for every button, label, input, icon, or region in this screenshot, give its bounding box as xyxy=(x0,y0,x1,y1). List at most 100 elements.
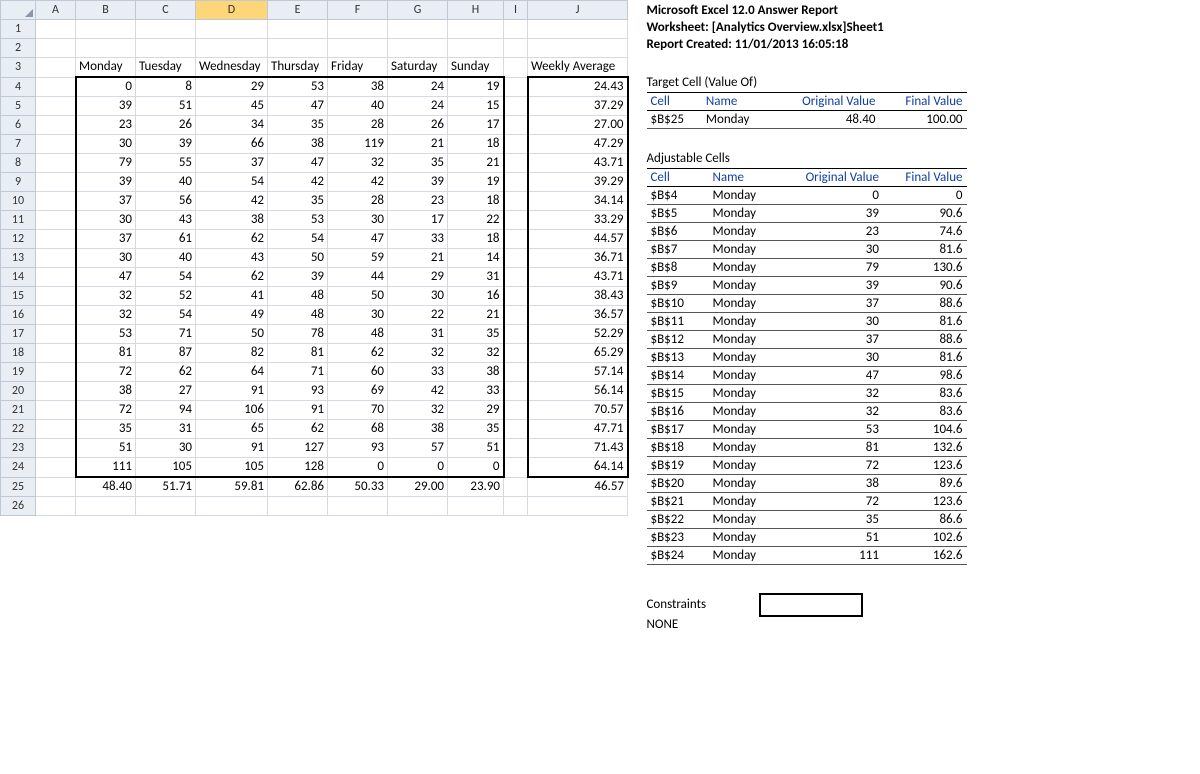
data-cell[interactable]: 40 xyxy=(328,97,388,116)
cell[interactable] xyxy=(388,39,448,58)
cell[interactable] xyxy=(76,39,136,58)
data-cell[interactable]: 35 xyxy=(268,192,328,211)
data-cell[interactable]: 32 xyxy=(76,287,136,306)
footer-avg-cell[interactable]: 46.57 xyxy=(528,477,628,497)
data-cell[interactable]: 35 xyxy=(388,154,448,173)
data-cell[interactable]: 19 xyxy=(448,173,504,192)
data-cell[interactable]: 32 xyxy=(448,344,504,363)
row-header-19[interactable]: 19 xyxy=(1,363,36,382)
data-cell[interactable]: 30 xyxy=(136,439,196,458)
weekly-avg-cell[interactable]: 33.29 xyxy=(528,211,628,230)
cell[interactable] xyxy=(504,458,528,478)
row-header-26[interactable]: 26 xyxy=(1,497,36,516)
data-cell[interactable]: 42 xyxy=(268,173,328,192)
cell[interactable] xyxy=(504,382,528,401)
cell[interactable] xyxy=(504,154,528,173)
data-cell[interactable]: 72 xyxy=(76,363,136,382)
cell[interactable] xyxy=(504,497,528,516)
cell[interactable] xyxy=(196,39,268,58)
data-cell[interactable]: 0 xyxy=(448,458,504,478)
weekly-avg-cell[interactable]: 37.29 xyxy=(528,97,628,116)
data-cell[interactable]: 35 xyxy=(448,325,504,344)
data-cell[interactable]: 105 xyxy=(136,458,196,478)
data-cell[interactable]: 27 xyxy=(136,382,196,401)
col-header-A[interactable]: A xyxy=(36,1,76,20)
data-cell[interactable]: 64 xyxy=(196,363,268,382)
data-cell[interactable]: 32 xyxy=(388,401,448,420)
day-header[interactable]: Saturday xyxy=(388,58,448,78)
weekly-avg-cell[interactable]: 65.29 xyxy=(528,344,628,363)
data-cell[interactable]: 18 xyxy=(448,135,504,154)
footer-cell[interactable]: 29.00 xyxy=(388,477,448,497)
cell[interactable] xyxy=(36,20,76,39)
data-cell[interactable]: 28 xyxy=(328,116,388,135)
data-cell[interactable]: 0 xyxy=(328,458,388,478)
data-cell[interactable]: 48 xyxy=(328,325,388,344)
row-header-14[interactable]: 14 xyxy=(1,268,36,287)
data-cell[interactable]: 28 xyxy=(328,192,388,211)
data-cell[interactable]: 68 xyxy=(328,420,388,439)
col-header-H[interactable]: H xyxy=(448,1,504,20)
row-header-13[interactable]: 13 xyxy=(1,249,36,268)
cell[interactable] xyxy=(504,439,528,458)
day-header[interactable]: Friday xyxy=(328,58,388,78)
day-header[interactable]: Thursday xyxy=(268,58,328,78)
data-cell[interactable]: 33 xyxy=(448,382,504,401)
weekly-avg-cell[interactable]: 44.57 xyxy=(528,230,628,249)
footer-cell[interactable]: 51.71 xyxy=(136,477,196,497)
cell[interactable] xyxy=(36,211,76,230)
data-cell[interactable]: 38 xyxy=(328,77,388,97)
weekly-avg-cell[interactable]: 43.71 xyxy=(528,154,628,173)
weekly-avg-cell[interactable]: 47.71 xyxy=(528,420,628,439)
data-cell[interactable]: 38 xyxy=(196,211,268,230)
data-cell[interactable]: 24 xyxy=(388,97,448,116)
weekly-avg-cell[interactable]: 43.71 xyxy=(528,268,628,287)
cell[interactable] xyxy=(36,39,76,58)
cell[interactable] xyxy=(504,287,528,306)
cell[interactable] xyxy=(388,20,448,39)
data-cell[interactable]: 39 xyxy=(76,97,136,116)
weekly-avg-cell[interactable]: 36.57 xyxy=(528,306,628,325)
data-cell[interactable]: 72 xyxy=(76,401,136,420)
cell[interactable] xyxy=(504,249,528,268)
row-header-10[interactable]: 10 xyxy=(1,192,36,211)
row-header-8[interactable]: 8 xyxy=(1,154,36,173)
cell[interactable] xyxy=(136,20,196,39)
data-cell[interactable]: 79 xyxy=(76,154,136,173)
cell[interactable] xyxy=(36,173,76,192)
cell[interactable] xyxy=(36,116,76,135)
cell[interactable] xyxy=(36,382,76,401)
cell[interactable] xyxy=(504,325,528,344)
data-cell[interactable]: 81 xyxy=(268,344,328,363)
cell[interactable] xyxy=(36,287,76,306)
data-cell[interactable]: 31 xyxy=(136,420,196,439)
data-cell[interactable]: 62 xyxy=(196,230,268,249)
data-cell[interactable]: 45 xyxy=(196,97,268,116)
weekly-avg-cell[interactable]: 70.57 xyxy=(528,401,628,420)
data-cell[interactable]: 37 xyxy=(76,192,136,211)
data-cell[interactable]: 22 xyxy=(388,306,448,325)
weekly-avg-cell[interactable]: 56.14 xyxy=(528,382,628,401)
data-cell[interactable]: 40 xyxy=(136,249,196,268)
data-cell[interactable]: 0 xyxy=(76,77,136,97)
data-cell[interactable]: 37 xyxy=(76,230,136,249)
cell[interactable] xyxy=(504,344,528,363)
data-cell[interactable]: 69 xyxy=(328,382,388,401)
data-cell[interactable]: 35 xyxy=(268,116,328,135)
cell[interactable] xyxy=(268,20,328,39)
row-header-7[interactable]: 7 xyxy=(1,135,36,154)
cell[interactable] xyxy=(504,230,528,249)
data-cell[interactable]: 22 xyxy=(448,211,504,230)
weekly-avg-cell[interactable]: 36.71 xyxy=(528,249,628,268)
data-cell[interactable]: 39 xyxy=(388,173,448,192)
data-cell[interactable]: 39 xyxy=(136,135,196,154)
col-header-E[interactable]: E xyxy=(268,1,328,20)
cell[interactable] xyxy=(504,401,528,420)
cell[interactable] xyxy=(36,58,76,78)
row-header-15[interactable]: 15 xyxy=(1,287,36,306)
cell[interactable] xyxy=(504,116,528,135)
cell[interactable] xyxy=(504,477,528,497)
data-cell[interactable]: 40 xyxy=(136,173,196,192)
data-cell[interactable]: 81 xyxy=(76,344,136,363)
weekly-avg-cell[interactable]: 71.43 xyxy=(528,439,628,458)
